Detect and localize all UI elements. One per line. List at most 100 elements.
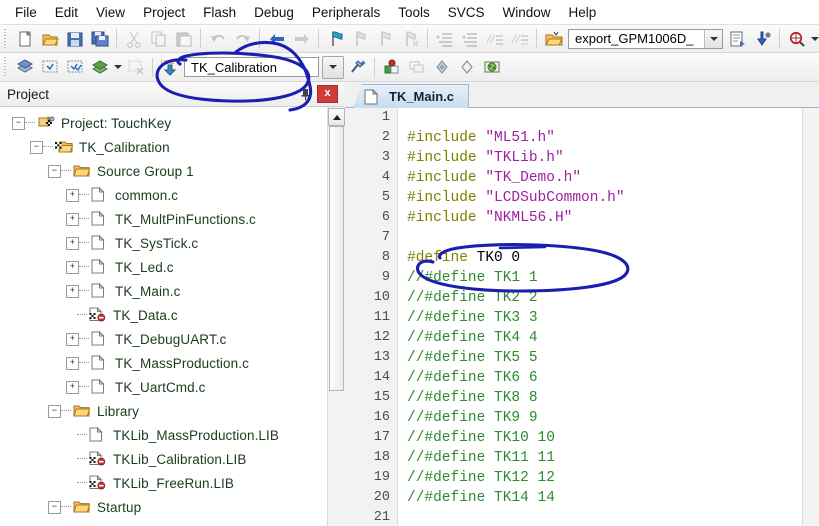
pack-manage-icon[interactable] [480, 56, 503, 79]
translate-icon[interactable] [13, 56, 36, 79]
menu-view[interactable]: View [87, 2, 134, 23]
code-line[interactable]: 18 //#define TK11 11 [345, 448, 802, 468]
menu-peripherals[interactable]: Peripherals [303, 2, 389, 23]
code-line[interactable]: 19 //#define TK12 12 [345, 468, 802, 488]
target-options-dialog-icon[interactable] [726, 27, 749, 50]
menu-flash[interactable]: Flash [194, 2, 245, 23]
new-file-icon[interactable] [13, 27, 36, 50]
tree-node-tk-calibration[interactable]: − TK_Calibration [0, 135, 326, 159]
menu-project[interactable]: Project [134, 2, 194, 23]
tree-node-library[interactable]: − Library [0, 399, 326, 423]
configure-icon[interactable] [430, 56, 453, 79]
code-line[interactable]: 17 //#define TK10 10 [345, 428, 802, 448]
toolbar-grip[interactable] [2, 28, 9, 49]
code-line[interactable]: 10 //#define TK2 2 [345, 288, 802, 308]
tree-node-tk-systick-c[interactable]: + TK_SysTick.c [0, 231, 326, 255]
tab-tk-main-c[interactable]: TK_Main.c [353, 84, 470, 108]
tree-expand-icon[interactable]: + [66, 332, 79, 346]
menu-svcs[interactable]: SVCS [439, 2, 494, 23]
code-line[interactable]: 8 #define TK0 0 [345, 248, 802, 268]
target-selector-combo[interactable]: TK_Calibration [184, 57, 319, 77]
tree-node-tk-led-c[interactable]: + TK_Led.c [0, 255, 326, 279]
tree-node-tk-multpinfunctions-c[interactable]: + TK_MultPinFunctions.c [0, 207, 326, 231]
magnifier-icon[interactable] [785, 27, 808, 50]
tree-node-tklib-massproduction-lib[interactable]: TKLib_MassProduction.LIB [0, 423, 326, 447]
tree-collapse-icon[interactable]: − [30, 140, 43, 154]
tree-node-tk-debuguart-c[interactable]: + TK_DebugUART.c [0, 327, 326, 351]
tree-expand-icon[interactable]: + [66, 284, 79, 298]
magnifier-dropdown-icon[interactable] [809, 27, 819, 50]
paste-icon[interactable] [172, 27, 195, 50]
tree-expand-icon[interactable]: + [66, 260, 79, 274]
tree-node-common-c[interactable]: + common.c [0, 183, 326, 207]
menu-edit[interactable]: Edit [46, 2, 87, 23]
manage-components-icon[interactable] [346, 56, 369, 79]
tree-node-tk-massproduction-c[interactable]: + TK_MassProduction.c [0, 351, 326, 375]
tree-expand-icon[interactable]: + [66, 236, 79, 250]
code-line[interactable]: 7 [345, 228, 802, 248]
tree-expand-icon[interactable]: + [66, 212, 79, 226]
save-all-icon[interactable] [88, 27, 111, 50]
code-line[interactable]: 9 //#define TK1 1 [345, 268, 802, 288]
code-line[interactable]: 3 #include "TKLib.h" [345, 148, 802, 168]
uncomment-icon[interactable]: // [508, 27, 531, 50]
build-icon[interactable] [38, 56, 61, 79]
menu-window[interactable]: Window [493, 2, 559, 23]
scroll-up-button[interactable] [328, 108, 345, 126]
tree-expand-icon[interactable]: + [66, 356, 79, 370]
menu-tools[interactable]: Tools [389, 2, 439, 23]
target-options-icon[interactable] [542, 27, 565, 50]
project-panel-scrollbar[interactable] [327, 107, 345, 526]
tree-node-tk-uartcmd-c[interactable]: + TK_UartCmd.c [0, 375, 326, 399]
tree-node-project-touchkey[interactable]: − Project: TouchKey [0, 111, 326, 135]
tree-node-startup[interactable]: − Startup [0, 495, 326, 519]
redo-icon[interactable] [231, 27, 254, 50]
scrollbar-thumb[interactable] [329, 126, 344, 391]
project-tree[interactable]: − Project: TouchKey − TK_Calibration − Source… [0, 107, 344, 526]
menu-help[interactable]: Help [560, 2, 606, 23]
undo-icon[interactable] [206, 27, 229, 50]
batch-build-dropdown-icon[interactable] [112, 56, 123, 79]
target-options-icon[interactable] [380, 56, 403, 79]
editor-scrollbar[interactable] [802, 108, 819, 526]
rebuild-icon[interactable] [63, 56, 86, 79]
code-line[interactable]: 16 //#define TK9 9 [345, 408, 802, 428]
navigate-back-icon[interactable] [265, 27, 288, 50]
menu-file[interactable]: File [6, 2, 46, 23]
code-editor[interactable]: 1 2 #include "ML51.h" 3 #include "TKLib.h" 4 #… [345, 108, 802, 526]
tree-expand-icon[interactable]: + [66, 380, 79, 394]
comment-icon[interactable]: // [483, 27, 506, 50]
pack-installer-icon[interactable] [455, 56, 478, 79]
code-line[interactable]: 11 //#define TK3 3 [345, 308, 802, 328]
tree-collapse-icon[interactable]: − [48, 404, 61, 418]
batch-build-icon[interactable] [88, 56, 111, 79]
code-line[interactable]: 20 //#define TK14 14 [345, 488, 802, 508]
code-line[interactable]: 12 //#define TK4 4 [345, 328, 802, 348]
debug-start-icon[interactable] [751, 27, 774, 50]
menu-debug[interactable]: Debug [245, 2, 303, 23]
code-line[interactable]: 1 [345, 108, 802, 128]
tree-node-tk-main-c[interactable]: + TK_Main.c [0, 279, 326, 303]
pin-icon[interactable] [297, 86, 313, 102]
tree-node-tk-data-c[interactable]: TK_Data.c [0, 303, 326, 327]
project-target-combo[interactable]: export_GPM1006D_ [568, 28, 723, 49]
download-icon[interactable]: LOAD [158, 56, 181, 79]
toolbar-grip[interactable] [2, 57, 9, 77]
tree-node-tklib-freerun-lib[interactable]: TKLib_FreeRun.LIB [0, 471, 326, 495]
code-line[interactable]: 15 //#define TK8 8 [345, 388, 802, 408]
save-icon[interactable] [63, 27, 86, 50]
tree-collapse-icon[interactable]: − [48, 500, 61, 514]
code-line[interactable]: 13 //#define TK5 5 [345, 348, 802, 368]
open-file-icon[interactable] [38, 27, 61, 50]
target-selector-chevron-down-icon[interactable] [322, 55, 344, 79]
code-line[interactable]: 14 //#define TK6 6 [345, 368, 802, 388]
tree-collapse-icon[interactable]: − [12, 116, 25, 130]
bookmark-clear-icon[interactable] [399, 27, 422, 50]
window-tile-icon[interactable] [405, 56, 428, 79]
tree-collapse-icon[interactable]: − [48, 164, 61, 178]
tree-expand-icon[interactable]: + [66, 188, 79, 202]
close-icon[interactable]: x [317, 85, 338, 103]
bookmark-prev-icon[interactable] [349, 27, 372, 50]
outdent-icon[interactable] [458, 27, 481, 50]
navigate-forward-icon[interactable] [290, 27, 313, 50]
